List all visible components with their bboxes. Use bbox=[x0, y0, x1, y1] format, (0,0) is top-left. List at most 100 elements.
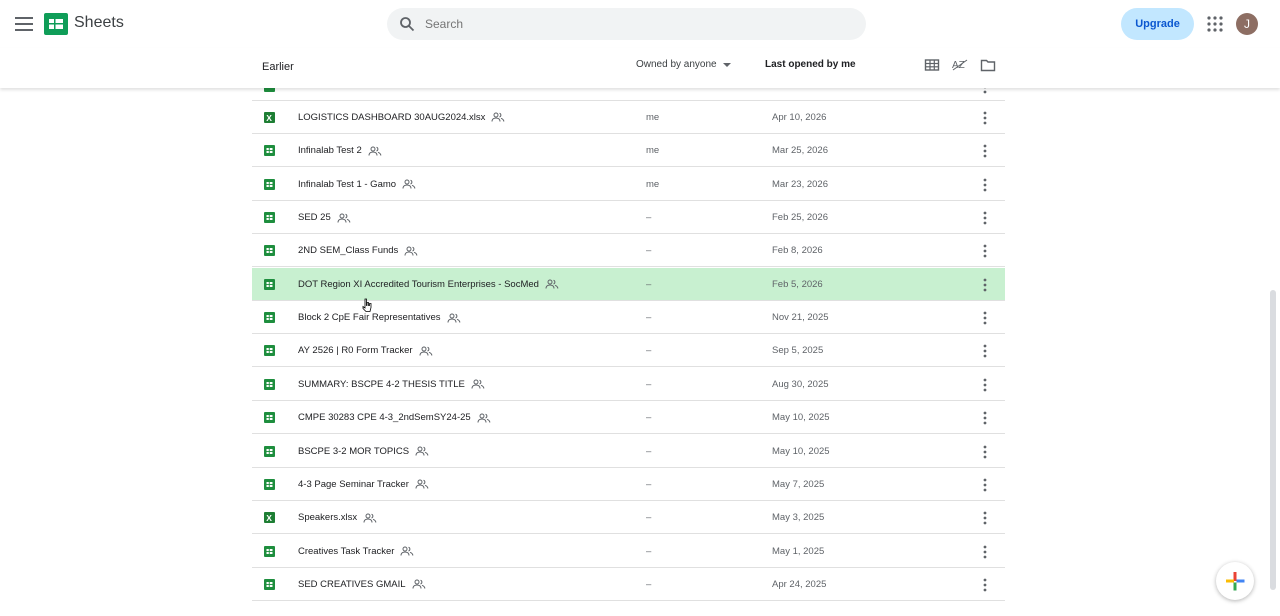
table-row[interactable]: Creatives Task Tracker – May 1, 2025 bbox=[252, 535, 1005, 568]
file-owner: – bbox=[646, 278, 652, 290]
sheets-file-icon bbox=[264, 478, 275, 490]
file-name-text: 4-3 Page Seminar Tracker bbox=[298, 478, 409, 490]
file-name[interactable]: Infinalab Test 1 - Gamo bbox=[298, 179, 416, 190]
folder-icon[interactable] bbox=[980, 57, 996, 73]
more-options-icon[interactable] bbox=[981, 378, 989, 392]
sheets-file-icon bbox=[264, 245, 275, 257]
sort-az-icon[interactable]: AZ bbox=[952, 57, 968, 73]
table-row[interactable]: X LOGISTICS DASHBOARD 30AUG2024.xlsx me Apr… bbox=[252, 101, 1005, 134]
account-avatar[interactable]: J bbox=[1236, 13, 1258, 35]
google-apps-icon[interactable] bbox=[1206, 15, 1224, 33]
file-owner: – bbox=[646, 245, 652, 257]
shared-people-icon bbox=[412, 579, 425, 589]
table-row[interactable]: DOT Region XI Accredited Tourism Enterpr… bbox=[252, 267, 1005, 301]
file-owner: me bbox=[646, 178, 660, 190]
file-name[interactable]: DOT Region XI Accredited Tourism Enterpr… bbox=[298, 279, 559, 290]
search-icon[interactable] bbox=[399, 16, 415, 32]
file-name[interactable]: SED CREATIVES GMAIL bbox=[298, 579, 426, 590]
more-options-icon[interactable] bbox=[981, 578, 989, 592]
shared-people-icon bbox=[545, 279, 559, 289]
file-name[interactable]: Creatives Task Tracker bbox=[298, 546, 414, 557]
table-row[interactable]: SED CREATIVES GMAIL – Apr 24, 2025 bbox=[252, 568, 1005, 601]
more-options-icon[interactable] bbox=[981, 545, 989, 559]
sheets-file-icon bbox=[264, 545, 275, 557]
excel-file-icon: X bbox=[264, 512, 275, 524]
file-name[interactable]: LOGISTICS DASHBOARD 30AUG2024.xlsx bbox=[298, 112, 505, 123]
sort-by-last-opened[interactable]: Last opened by me bbox=[765, 59, 856, 70]
table-row[interactable]: SUMMARY: BSCPE 4-2 THESIS TITLE – Aug 30, … bbox=[252, 368, 1005, 401]
file-name[interactable]: BSCPE 3-2 MOR TOPICS bbox=[298, 446, 429, 457]
table-row[interactable]: AY 2526 | R0 Form Tracker – Sep 5, 2025 bbox=[252, 334, 1005, 368]
shared-people-icon bbox=[415, 479, 429, 489]
table-row[interactable]: Infinalab Test 1 - Gamo me Mar 23, 2026 bbox=[252, 168, 1005, 201]
more-options-icon[interactable] bbox=[981, 178, 989, 192]
list-toolbar: Earlier Owned by anyone Last opened by m… bbox=[0, 48, 1280, 88]
shared-people-icon bbox=[419, 346, 432, 356]
file-name-text: 2ND SEM_Class Funds bbox=[298, 245, 399, 257]
plus-icon bbox=[1226, 572, 1245, 591]
table-row[interactable]: BSCPE 3-2 MOR TOPICS – May 10, 2025 bbox=[252, 435, 1005, 468]
svg-text:X: X bbox=[266, 113, 272, 123]
upgrade-button[interactable]: Upgrade bbox=[1121, 8, 1194, 40]
shared-people-icon bbox=[368, 146, 382, 156]
file-owner: – bbox=[646, 478, 652, 490]
file-last-opened: Sep 5, 2025 bbox=[772, 345, 824, 357]
owner-filter-dropdown[interactable]: Owned by anyone bbox=[636, 59, 731, 70]
file-name[interactable]: Infinalab Test 2 bbox=[298, 145, 382, 156]
file-last-opened: May 3, 2025 bbox=[772, 512, 825, 524]
table-row[interactable]: X Speakers.xlsx – May 3, 2025 bbox=[252, 501, 1005, 535]
scrollbar[interactable] bbox=[1270, 290, 1276, 590]
table-row[interactable]: Infinalab Test 2 me Mar 25, 2026 bbox=[252, 134, 1005, 168]
table-row[interactable]: SED 25 – Feb 25, 2026 bbox=[252, 201, 1005, 235]
more-options-icon[interactable] bbox=[981, 344, 989, 358]
sheets-logo-icon[interactable] bbox=[44, 13, 68, 35]
file-last-opened: May 10, 2025 bbox=[772, 445, 830, 457]
app-title[interactable]: Sheets bbox=[74, 14, 124, 32]
shared-people-icon bbox=[337, 213, 351, 223]
file-last-opened: Nov 21, 2025 bbox=[772, 312, 829, 324]
search-bar[interactable] bbox=[387, 8, 866, 40]
more-options-icon[interactable] bbox=[981, 244, 989, 258]
more-options-icon[interactable] bbox=[981, 411, 989, 425]
file-last-opened: Apr 24, 2025 bbox=[772, 578, 827, 590]
table-row[interactable]: CMPE 30283 CPE 4-3_2ndSemSY24-25 – May 10,… bbox=[252, 401, 1005, 435]
file-last-opened: Mar 25, 2026 bbox=[772, 145, 828, 157]
file-name[interactable]: 2ND SEM_Class Funds bbox=[298, 245, 418, 256]
file-name-text: LOGISTICS DASHBOARD 30AUG2024.xlsx bbox=[298, 112, 486, 123]
file-name-text: SED 25 bbox=[298, 212, 331, 224]
table-row[interactable]: 4-3 Page Seminar Tracker – May 7, 2025 bbox=[252, 468, 1005, 501]
shared-people-icon bbox=[447, 313, 460, 323]
file-name[interactable]: AY 2526 | R0 Form Tracker bbox=[298, 345, 433, 356]
sheets-file-icon bbox=[264, 178, 275, 190]
file-last-opened: Feb 8, 2026 bbox=[772, 245, 823, 257]
file-name-text: CMPE 30283 CPE 4-3_2ndSemSY24-25 bbox=[298, 412, 471, 424]
file-owner: – bbox=[646, 345, 652, 357]
new-spreadsheet-button[interactable] bbox=[1216, 562, 1254, 600]
file-name[interactable]: Speakers.xlsx bbox=[298, 512, 377, 523]
file-name[interactable]: CMPE 30283 CPE 4-3_2ndSemSY24-25 bbox=[298, 412, 491, 423]
hamburger-icon bbox=[15, 17, 33, 31]
file-owner: – bbox=[646, 412, 652, 424]
shared-people-icon bbox=[402, 179, 416, 189]
file-name-text: DOT Region XI Accredited Tourism Enterpr… bbox=[298, 278, 539, 290]
main-menu-button[interactable] bbox=[12, 12, 36, 36]
sheets-file-icon bbox=[264, 578, 275, 590]
sheets-file-icon bbox=[264, 445, 275, 457]
file-name[interactable]: SED 25 bbox=[298, 212, 351, 223]
more-options-icon[interactable] bbox=[981, 511, 989, 525]
shared-people-icon bbox=[471, 379, 485, 389]
more-options-icon[interactable] bbox=[981, 211, 989, 225]
more-options-icon[interactable] bbox=[981, 278, 989, 292]
more-options-icon[interactable] bbox=[981, 144, 989, 158]
sheets-file-icon bbox=[264, 312, 275, 324]
more-options-icon[interactable] bbox=[981, 311, 989, 325]
more-options-icon[interactable] bbox=[981, 478, 989, 492]
more-options-icon[interactable] bbox=[981, 445, 989, 459]
file-name[interactable]: Block 2 CpE Fair Representatives bbox=[298, 312, 461, 323]
grid-view-icon[interactable] bbox=[924, 57, 940, 73]
more-options-icon[interactable] bbox=[981, 111, 989, 125]
file-name[interactable]: SUMMARY: BSCPE 4-2 THESIS TITLE bbox=[298, 379, 485, 390]
search-input[interactable] bbox=[425, 14, 845, 34]
file-name[interactable]: 4-3 Page Seminar Tracker bbox=[298, 479, 429, 490]
table-row[interactable]: 2ND SEM_Class Funds – Feb 8, 2026 bbox=[252, 234, 1005, 268]
